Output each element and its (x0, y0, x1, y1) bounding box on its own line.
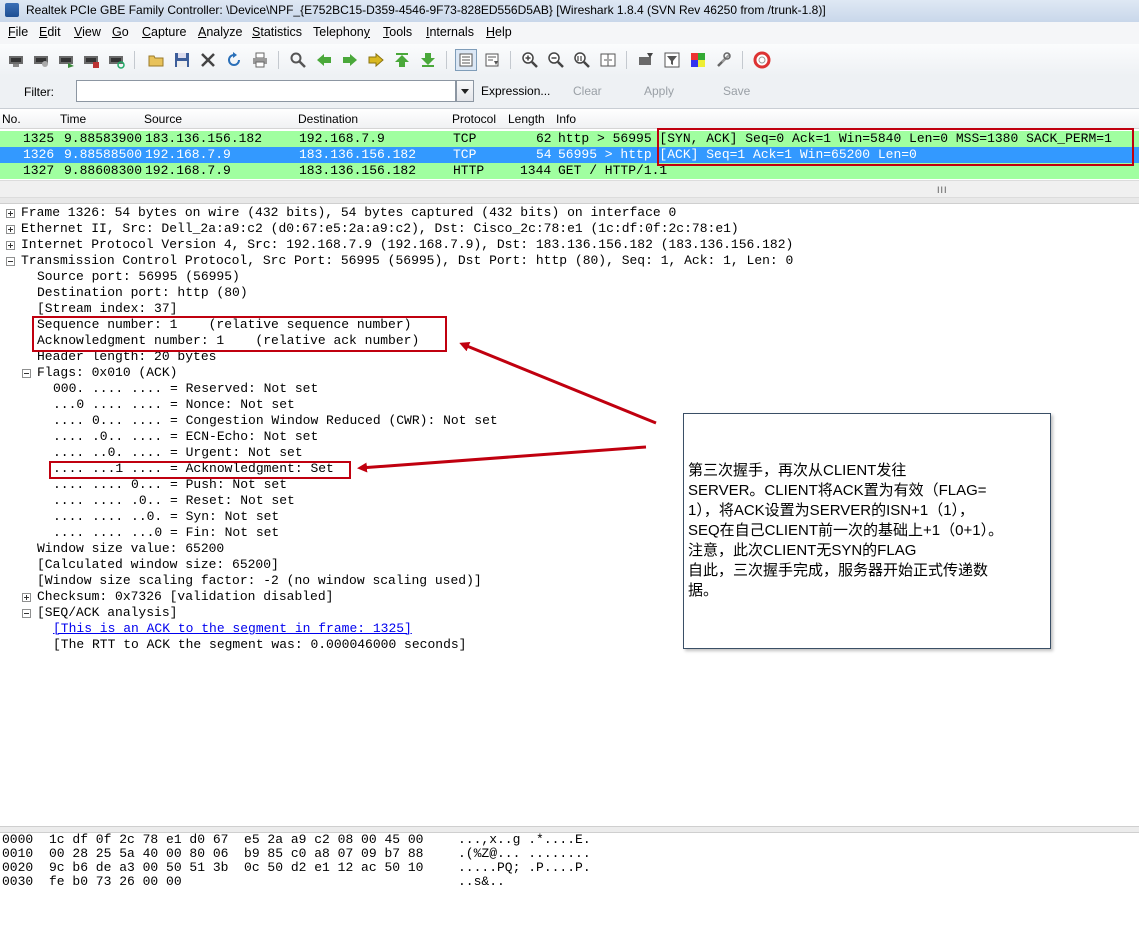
arrow-to-seq-ack (459, 342, 657, 425)
hex-bytes[interactable]: 00 28 25 5a 40 00 80 06 b9 85 c0 a8 07 0… (49, 847, 423, 861)
annotation-note: 第三次握手，再次从CLIENT发往 SERVER。CLIENT将ACK置为有效（… (683, 413, 1051, 649)
note-line: 第三次握手，再次从CLIENT发往 (688, 462, 907, 479)
hex-bytes[interactable]: 1c df 0f 2c 78 e1 d0 67 e5 2a a9 c2 08 0… (49, 833, 423, 847)
hex-ascii[interactable]: .....PQ; .P....P. (458, 861, 591, 875)
note-line: SERVER。CLIENT将ACK置为有效（FLAG= (688, 482, 987, 499)
hex-bytes[interactable]: fe b0 73 26 00 00 (49, 875, 182, 889)
hex-offset: 0000 (2, 832, 34, 847)
note-line: SEQ在自己CLIENT前一次的基础上+1（0+1）。 (688, 522, 1004, 539)
arrow-to-ack-flag (357, 445, 647, 473)
note-line: 自此，三次握手完成，服务器开始正式传递数 (688, 562, 989, 579)
note-line: 注意，此次CLIENT无SYN的FLAG (688, 542, 917, 559)
hex-ascii[interactable]: ...,x..g .*....E. (458, 833, 591, 847)
note-line: 1），将ACK设置为SERVER的ISN+1（1）， (688, 502, 975, 519)
note-line: 据。 (688, 582, 719, 599)
hex-ascii[interactable]: ..s&.. (458, 875, 505, 889)
hex-bytes[interactable]: 9c b6 de a3 00 50 51 3b 0c 50 d2 e1 12 a… (49, 861, 423, 875)
hex-offset: 0020 (2, 860, 34, 875)
hex-ascii[interactable]: .(%Z@... ........ (458, 847, 591, 861)
hex-offset: 0030 (2, 874, 34, 889)
hex-offset: 0010 (2, 846, 34, 861)
